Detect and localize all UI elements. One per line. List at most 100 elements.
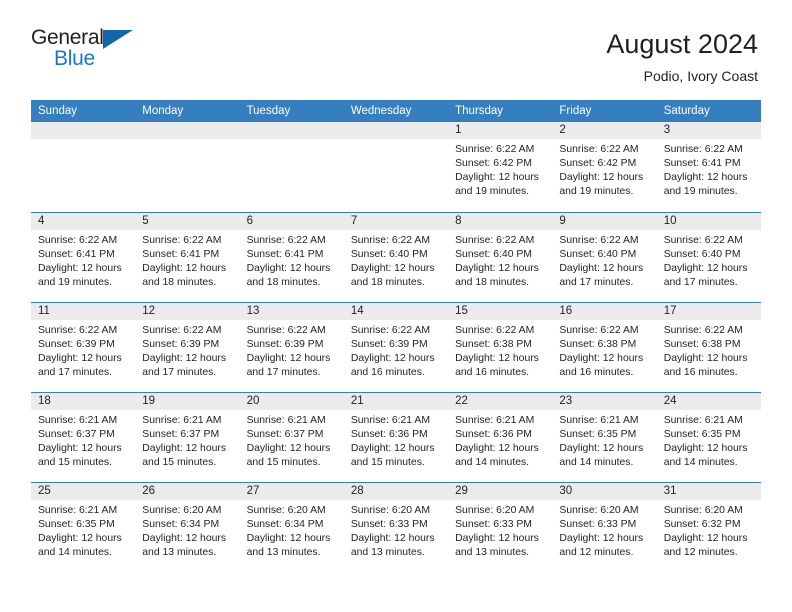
calendar-day-cell[interactable]: 22 Sunrise: 6:21 AM Sunset: 6:36 PM Dayligh… bbox=[448, 391, 553, 482]
day-details: Sunrise: 6:22 AM Sunset: 6:38 PM Daylight:… bbox=[552, 320, 656, 380]
calendar-week-row: 11 Sunrise: 6:22 AM Sunset: 6:39 PM Dayligh… bbox=[31, 301, 761, 392]
day-details: Sunrise: 6:22 AM Sunset: 6:41 PM Daylight:… bbox=[135, 230, 239, 290]
triangle-icon bbox=[103, 30, 133, 49]
daylight-text-line1: Daylight: 12 hours bbox=[455, 262, 539, 274]
calendar-day-cell[interactable]: 3 Sunrise: 6:22 AM Sunset: 6:41 PM Daylight… bbox=[656, 122, 761, 212]
sunset-text: Sunset: 6:37 PM bbox=[142, 428, 220, 440]
daylight-text-line1: Daylight: 12 hours bbox=[350, 442, 435, 454]
daylight-text-line1: Daylight: 12 hours bbox=[455, 352, 539, 364]
title-block: August 2024 Podio, Ivory Coast bbox=[606, 26, 758, 87]
sunset-text: Sunset: 6:38 PM bbox=[663, 338, 741, 350]
day-number: 14 bbox=[343, 302, 449, 320]
calendar-day-cell[interactable]: 8 Sunrise: 6:22 AM Sunset: 6:40 PM Daylight… bbox=[448, 211, 553, 302]
sunset-text: Sunset: 6:38 PM bbox=[559, 338, 637, 350]
sunset-text: Sunset: 6:39 PM bbox=[246, 338, 324, 350]
day-number: 26 bbox=[135, 482, 240, 500]
calendar-day-cell[interactable]: 1 Sunrise: 6:22 AM Sunset: 6:42 PM Daylight… bbox=[448, 122, 553, 212]
sunrise-text: Sunrise: 6:22 AM bbox=[663, 324, 743, 336]
sunset-text: Sunset: 6:40 PM bbox=[455, 248, 532, 260]
sunset-text: Sunset: 6:40 PM bbox=[559, 248, 637, 260]
calendar-day-cell[interactable]: 5 Sunrise: 6:22 AM Sunset: 6:41 PM Daylight… bbox=[135, 211, 240, 302]
calendar-day-cell[interactable]: 2 Sunrise: 6:22 AM Sunset: 6:42 PM Daylight… bbox=[552, 122, 657, 212]
daylight-text-line2: and 15 minutes. bbox=[38, 456, 112, 468]
calendar-day-cell[interactable]: 4 Sunrise: 6:22 AM Sunset: 6:41 PM Daylight… bbox=[31, 211, 136, 302]
day-details: Sunrise: 6:22 AM Sunset: 6:40 PM Daylight:… bbox=[448, 230, 552, 290]
calendar-day-cell[interactable]: 11 Sunrise: 6:22 AM Sunset: 6:39 PM Dayligh… bbox=[31, 301, 136, 392]
daylight-text-line1: Daylight: 12 hours bbox=[38, 262, 122, 274]
day-details: Sunrise: 6:22 AM Sunset: 6:41 PM Daylight:… bbox=[240, 230, 344, 290]
calendar-day-cell[interactable]: 27 Sunrise: 6:20 AM Sunset: 6:34 PM Dayligh… bbox=[239, 481, 344, 572]
calendar-day-cell[interactable]: 23 Sunrise: 6:21 AM Sunset: 6:35 PM Dayligh… bbox=[552, 391, 657, 482]
day-number: 18 bbox=[31, 392, 136, 410]
daylight-text-line2: and 16 minutes. bbox=[455, 366, 530, 378]
calendar-day-cell[interactable]: 18 Sunrise: 6:21 AM Sunset: 6:37 PM Dayligh… bbox=[31, 391, 136, 482]
calendar-week-row: 4 Sunrise: 6:22 AM Sunset: 6:41 PM Daylight… bbox=[31, 211, 761, 302]
calendar-day-cell[interactable]: 28 Sunrise: 6:20 AM Sunset: 6:33 PM Dayligh… bbox=[343, 481, 449, 572]
sunrise-text: Sunrise: 6:22 AM bbox=[246, 234, 326, 246]
day-details: Sunrise: 6:22 AM Sunset: 6:38 PM Daylight:… bbox=[657, 320, 761, 380]
sunset-text: Sunset: 6:35 PM bbox=[559, 428, 637, 440]
calendar-day-cell[interactable]: 14 Sunrise: 6:22 AM Sunset: 6:39 PM Dayligh… bbox=[343, 301, 449, 392]
sunrise-text: Sunrise: 6:20 AM bbox=[559, 504, 639, 516]
daylight-text-line1: Daylight: 12 hours bbox=[246, 532, 331, 544]
day-number: 8 bbox=[448, 212, 553, 230]
day-number: 19 bbox=[135, 392, 240, 410]
calendar-day-cell-empty bbox=[31, 122, 136, 212]
calendar-day-cell[interactable]: 21 Sunrise: 6:21 AM Sunset: 6:36 PM Dayligh… bbox=[343, 391, 449, 482]
daylight-text-line2: and 15 minutes. bbox=[350, 456, 425, 468]
sunrise-text: Sunrise: 6:21 AM bbox=[455, 414, 535, 426]
calendar-day-cell[interactable]: 13 Sunrise: 6:22 AM Sunset: 6:39 PM Dayligh… bbox=[239, 301, 344, 392]
day-number: 13 bbox=[239, 302, 344, 320]
day-number: 22 bbox=[448, 392, 553, 410]
day-details: Sunrise: 6:21 AM Sunset: 6:36 PM Daylight:… bbox=[448, 410, 552, 470]
daylight-text-line1: Daylight: 12 hours bbox=[663, 442, 748, 454]
calendar-day-cell[interactable]: 29 Sunrise: 6:20 AM Sunset: 6:33 PM Dayligh… bbox=[448, 481, 553, 572]
brand-logo[interactable]: General Blue bbox=[31, 26, 151, 76]
calendar-day-cell[interactable]: 25 Sunrise: 6:21 AM Sunset: 6:35 PM Dayligh… bbox=[31, 481, 136, 572]
daylight-text-line1: Daylight: 12 hours bbox=[559, 352, 644, 364]
day-number: 7 bbox=[343, 212, 449, 230]
daylight-text-line2: and 19 minutes. bbox=[663, 186, 738, 198]
daylight-text-line1: Daylight: 12 hours bbox=[142, 352, 227, 364]
daylight-text-line2: and 13 minutes. bbox=[246, 546, 321, 558]
calendar-day-cell[interactable]: 19 Sunrise: 6:21 AM Sunset: 6:37 PM Dayligh… bbox=[135, 391, 240, 482]
calendar-day-cell[interactable]: 20 Sunrise: 6:21 AM Sunset: 6:37 PM Dayligh… bbox=[239, 391, 344, 482]
calendar-day-cell[interactable]: 9 Sunrise: 6:22 AM Sunset: 6:40 PM Daylight… bbox=[552, 211, 657, 302]
sunrise-text: Sunrise: 6:21 AM bbox=[559, 414, 639, 426]
day-number: 6 bbox=[239, 212, 344, 230]
calendar-header-row: Sunday Monday Tuesday Wednesday Thursday Frid… bbox=[31, 100, 761, 122]
calendar-day-cell[interactable]: 30 Sunrise: 6:20 AM Sunset: 6:33 PM Dayligh… bbox=[552, 481, 657, 572]
sunrise-text: Sunrise: 6:22 AM bbox=[142, 324, 222, 336]
calendar-day-cell[interactable]: 17 Sunrise: 6:22 AM Sunset: 6:38 PM Dayligh… bbox=[656, 301, 761, 392]
day-details: Sunrise: 6:20 AM Sunset: 6:32 PM Daylight:… bbox=[657, 500, 761, 560]
calendar-day-cell[interactable]: 31 Sunrise: 6:20 AM Sunset: 6:32 PM Dayligh… bbox=[656, 481, 761, 572]
day-number bbox=[239, 122, 344, 139]
sunrise-text: Sunrise: 6:21 AM bbox=[246, 414, 326, 426]
day-number: 27 bbox=[239, 482, 344, 500]
day-details: Sunrise: 6:20 AM Sunset: 6:33 PM Daylight:… bbox=[552, 500, 656, 560]
daylight-text-line2: and 14 minutes. bbox=[455, 456, 530, 468]
calendar-day-cell[interactable]: 26 Sunrise: 6:20 AM Sunset: 6:34 PM Dayligh… bbox=[135, 481, 240, 572]
day-number: 16 bbox=[552, 302, 657, 320]
calendar-day-cell[interactable]: 12 Sunrise: 6:22 AM Sunset: 6:39 PM Dayligh… bbox=[135, 301, 240, 392]
day-details: Sunrise: 6:21 AM Sunset: 6:35 PM Daylight:… bbox=[31, 500, 135, 560]
daylight-text-line1: Daylight: 12 hours bbox=[559, 442, 644, 454]
sunrise-text: Sunrise: 6:22 AM bbox=[455, 324, 535, 336]
calendar-day-cell-empty bbox=[135, 122, 240, 212]
calendar-day-cell[interactable]: 16 Sunrise: 6:22 AM Sunset: 6:38 PM Dayligh… bbox=[552, 301, 657, 392]
calendar-day-cell[interactable]: 24 Sunrise: 6:21 AM Sunset: 6:35 PM Dayligh… bbox=[656, 391, 761, 482]
calendar-day-cell[interactable]: 15 Sunrise: 6:22 AM Sunset: 6:38 PM Dayligh… bbox=[448, 301, 553, 392]
weekday-header-sunday: Sunday bbox=[31, 100, 136, 122]
sunset-text: Sunset: 6:40 PM bbox=[663, 248, 741, 260]
daylight-text-line1: Daylight: 12 hours bbox=[663, 172, 748, 184]
day-number bbox=[135, 122, 240, 139]
weekday-header-wednesday: Wednesday bbox=[343, 100, 449, 122]
day-details: Sunrise: 6:20 AM Sunset: 6:33 PM Daylight:… bbox=[344, 500, 448, 560]
daylight-text-line2: and 16 minutes. bbox=[559, 366, 634, 378]
daylight-text-line1: Daylight: 12 hours bbox=[350, 262, 435, 274]
weekday-header-saturday: Saturday bbox=[656, 100, 761, 122]
calendar-day-cell[interactable]: 10 Sunrise: 6:22 AM Sunset: 6:40 PM Dayligh… bbox=[656, 211, 761, 302]
calendar-day-cell[interactable]: 7 Sunrise: 6:22 AM Sunset: 6:40 PM Daylight… bbox=[343, 211, 449, 302]
daylight-text-line1: Daylight: 12 hours bbox=[38, 352, 122, 364]
calendar-day-cell[interactable]: 6 Sunrise: 6:22 AM Sunset: 6:41 PM Daylight… bbox=[239, 211, 344, 302]
